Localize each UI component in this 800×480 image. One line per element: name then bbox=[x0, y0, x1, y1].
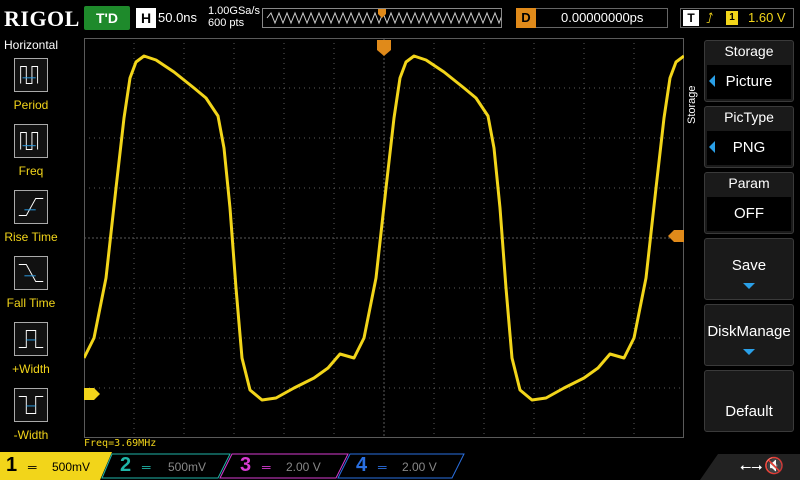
period-measure-icon bbox=[14, 58, 48, 92]
delay-label: D bbox=[516, 8, 536, 28]
channel-1-scale: 500mV bbox=[52, 460, 91, 474]
ch2-coupling-icon: ═ bbox=[142, 460, 151, 474]
default-softkey[interactable]: Default bbox=[704, 370, 794, 432]
param-label: Param bbox=[728, 175, 770, 191]
down-arrow-icon bbox=[743, 349, 755, 355]
fall-time-icon bbox=[14, 256, 48, 290]
delay-value[interactable]: 0.00000000ps bbox=[516, 8, 668, 28]
trigger-label: T bbox=[683, 10, 699, 26]
horizontal-label: H bbox=[136, 8, 156, 28]
brand-logo: RIGOL bbox=[4, 6, 80, 31]
measure-rise-time-label: Rise Time bbox=[4, 230, 58, 244]
ch4-coupling-icon: ═ bbox=[378, 460, 387, 474]
menu-title: Horizontal bbox=[3, 38, 59, 52]
storage-type-softkey[interactable]: Storage Picture bbox=[704, 40, 794, 102]
measure-negative-width-label: -Width bbox=[13, 428, 49, 442]
down-arrow-icon bbox=[743, 283, 755, 289]
usb-icon: ⭠⭢ bbox=[740, 458, 763, 474]
frequency-measure-icon bbox=[14, 124, 48, 158]
menu-side-title: Storage bbox=[686, 85, 698, 124]
memory-position-strip[interactable] bbox=[262, 8, 516, 28]
left-arrow-icon bbox=[709, 75, 715, 87]
channel-1-number: 1 bbox=[6, 454, 18, 476]
storage-menu: Storage Picture PicType PNG Param OFF Sa… bbox=[704, 38, 800, 450]
channel-3-number: 3 bbox=[240, 454, 252, 476]
storage-type-value: Picture bbox=[707, 65, 791, 99]
sample-rate: 1.00GSa/s bbox=[208, 5, 260, 17]
measure-positive-width[interactable]: +Width bbox=[0, 322, 62, 386]
memory-depth: 600 pts bbox=[208, 17, 245, 29]
save-softkey[interactable]: Save bbox=[704, 238, 794, 300]
pictype-value: PNG bbox=[707, 131, 791, 165]
measure-rise-time[interactable]: Rise Time bbox=[0, 190, 62, 254]
channel-1[interactable]: 1 ═ 500mV bbox=[4, 454, 104, 478]
pictype-label: PicType bbox=[724, 109, 774, 125]
trigger-position-marker bbox=[377, 40, 391, 56]
rise-time-icon bbox=[14, 190, 48, 224]
save-label: Save bbox=[731, 257, 767, 274]
left-arrow-icon bbox=[709, 141, 715, 153]
channel-3[interactable]: 3 ═ 2.00 V bbox=[238, 454, 338, 478]
graticule bbox=[84, 38, 684, 438]
negative-width-icon bbox=[14, 388, 48, 422]
waveform-display[interactable] bbox=[84, 38, 684, 438]
channel-4-number: 4 bbox=[356, 454, 368, 476]
frequency-readout: Freq=3.69MHz bbox=[84, 438, 157, 449]
channel-bar: 1 ═ 500mV 2 ═ 500mV 3 ═ 2.00 V 4 ═ 2.00 … bbox=[0, 452, 800, 480]
diskmanage-label: DiskManage bbox=[707, 323, 791, 340]
channel-4[interactable]: 4 ═ 2.00 V bbox=[354, 454, 454, 478]
memory-waveform-icon bbox=[266, 9, 516, 25]
pictype-softkey[interactable]: PicType PNG bbox=[704, 106, 794, 168]
channel-2-scale: 500mV bbox=[168, 460, 207, 474]
storage-type-label: Storage bbox=[724, 43, 774, 59]
speaker-muted-icon[interactable]: 🔇 bbox=[764, 456, 784, 476]
channel-4-scale: 2.00 V bbox=[402, 460, 437, 474]
ch3-coupling-icon: ═ bbox=[262, 460, 271, 474]
channel-2[interactable]: 2 ═ 500mV bbox=[118, 454, 218, 478]
channel-2-number: 2 bbox=[120, 454, 132, 476]
measure-period[interactable]: Period bbox=[0, 58, 62, 122]
channel-3-scale: 2.00 V bbox=[286, 460, 321, 474]
measure-positive-width-label: +Width bbox=[12, 362, 50, 376]
trigger-status-badge: T'D bbox=[84, 6, 130, 30]
measure-period-label: Period bbox=[13, 98, 49, 112]
positive-width-icon bbox=[14, 322, 48, 356]
top-status-bar: RIGOL T'D H 50.0ns 1.00GSa/s 600 pts 0.0… bbox=[0, 0, 800, 38]
trigger-level-marker bbox=[668, 230, 684, 242]
ch1-coupling-icon: ═ bbox=[28, 460, 37, 474]
horizontal-measure-menu: Horizontal Period Freq Rise Time Fall Ti… bbox=[0, 38, 62, 450]
rising-edge-icon: ⭜ bbox=[706, 10, 714, 26]
measure-freq-label: Freq bbox=[18, 164, 44, 178]
default-label: Default bbox=[725, 403, 773, 420]
channel-1-ground-marker bbox=[84, 388, 100, 400]
measure-fall-time[interactable]: Fall Time bbox=[0, 256, 62, 320]
timebase-value[interactable]: 50.0ns bbox=[158, 10, 197, 25]
measure-freq[interactable]: Freq bbox=[0, 124, 62, 188]
measure-fall-time-label: Fall Time bbox=[6, 296, 56, 310]
diskmanage-softkey[interactable]: DiskManage bbox=[704, 304, 794, 366]
measure-negative-width[interactable]: -Width bbox=[0, 388, 62, 452]
param-value: OFF bbox=[707, 197, 791, 231]
param-softkey[interactable]: Param OFF bbox=[704, 172, 794, 234]
acquisition-info: 1.00GSa/s 600 pts bbox=[208, 5, 260, 29]
trigger-level: 1.60 V bbox=[748, 10, 786, 25]
trigger-source: 1 bbox=[726, 11, 738, 25]
